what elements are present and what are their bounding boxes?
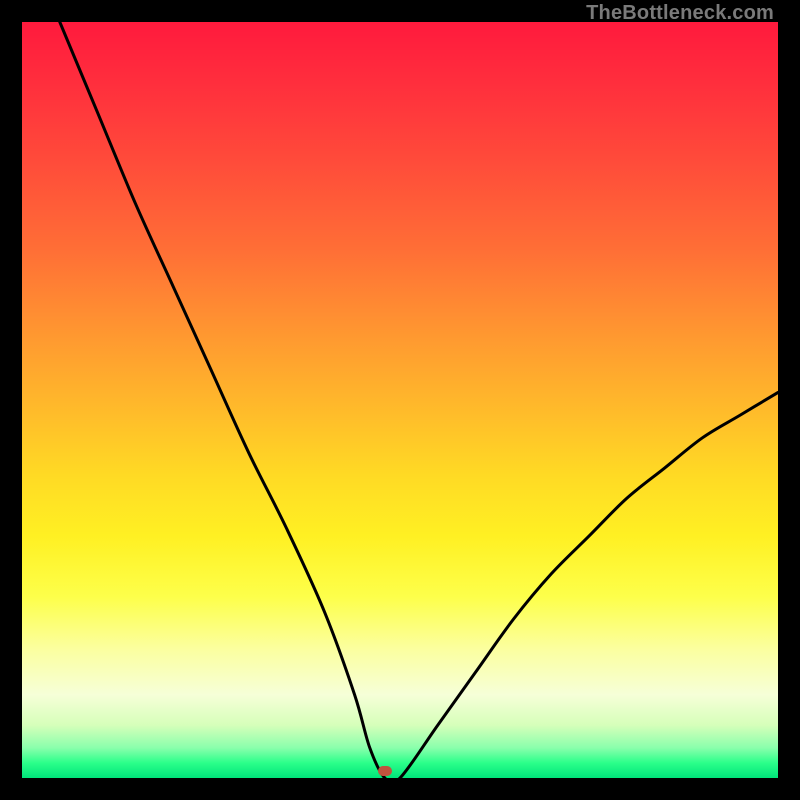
curve-path: [60, 22, 778, 778]
bottleneck-curve: [22, 22, 778, 778]
watermark-text: TheBottleneck.com: [586, 2, 774, 25]
plot-area: [22, 22, 778, 778]
chart-frame: TheBottleneck.com: [0, 0, 800, 800]
optimal-marker: [378, 766, 392, 776]
